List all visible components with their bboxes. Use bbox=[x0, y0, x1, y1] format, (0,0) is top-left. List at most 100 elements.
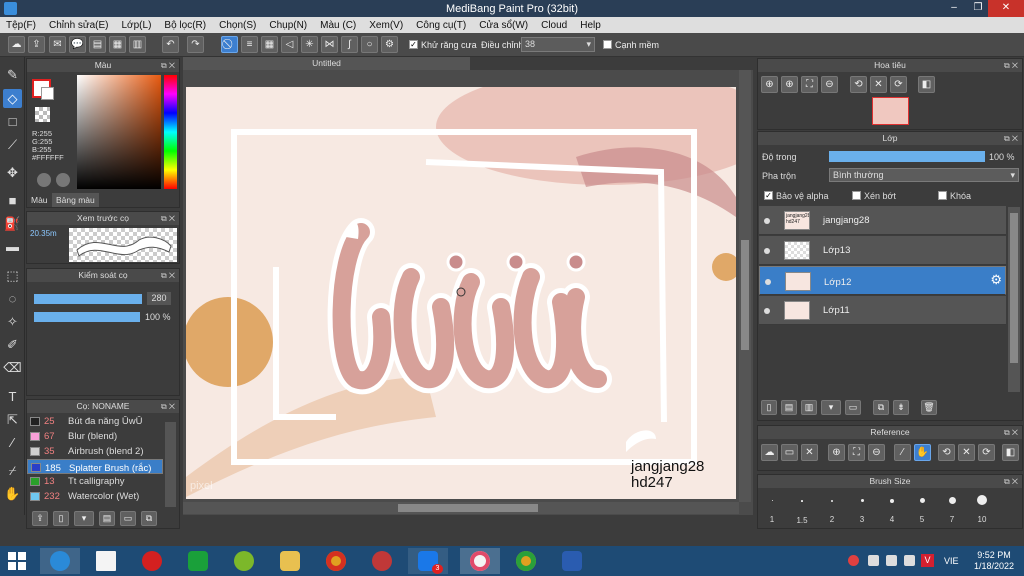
ie-taskbar-icon[interactable] bbox=[40, 548, 80, 574]
brush-size-value[interactable]: 280 bbox=[147, 292, 171, 305]
menu-filter[interactable]: Bộ lọc(R) bbox=[164, 20, 206, 31]
rotate-icon[interactable]: ⟲ bbox=[850, 76, 867, 93]
document-icon[interactable]: ▤ bbox=[89, 36, 106, 53]
upload-icon[interactable]: ⇪ bbox=[28, 36, 45, 53]
brush-size-preset[interactable]: 7 bbox=[937, 487, 967, 527]
reference-eyedropper-icon[interactable]: ⁄ bbox=[894, 444, 911, 461]
canvas-horizontal-scrollbar[interactable] bbox=[183, 502, 739, 514]
menu-window[interactable]: Cửa sổ(W) bbox=[479, 20, 528, 31]
menu-select[interactable]: Chọn(S) bbox=[219, 20, 256, 31]
pen-tool-icon[interactable]: ⟋ bbox=[3, 135, 22, 154]
tray-volume-icon[interactable] bbox=[904, 555, 915, 566]
menu-help[interactable]: Help bbox=[580, 20, 601, 31]
brush-item[interactable]: 13 Tt calligraphy bbox=[27, 474, 163, 489]
word-taskbar-icon[interactable] bbox=[552, 548, 592, 574]
reference-fit-icon[interactable]: ⛶ bbox=[848, 444, 865, 461]
restore-button[interactable]: ❐ bbox=[968, 0, 988, 17]
clock[interactable]: 9:52 PM 1/18/2022 bbox=[968, 550, 1020, 572]
brush-item[interactable]: 232 Watercolor (Wet) bbox=[27, 489, 163, 504]
menu-tools[interactable]: Công cụ(T) bbox=[416, 20, 466, 31]
reference-zoom-in-icon[interactable]: ⊕ bbox=[828, 444, 845, 461]
reference-flip-icon[interactable]: ◧ bbox=[1002, 444, 1019, 461]
brush-item[interactable]: 35 Airbrush (blend 2) bbox=[27, 444, 163, 459]
fill-tool-icon[interactable]: ⛽ bbox=[3, 214, 22, 233]
brush-list-scrollbar[interactable] bbox=[165, 422, 176, 507]
adjust-select[interactable]: 38 ▾ bbox=[521, 37, 595, 52]
brush-size-preset[interactable]: 2 bbox=[817, 487, 847, 527]
flip-icon[interactable]: ◧ bbox=[918, 76, 935, 93]
brush-size-preset[interactable]: 5 bbox=[907, 487, 937, 527]
menu-edit[interactable]: Chỉnh sửa(E) bbox=[49, 20, 109, 31]
chat-icon[interactable]: 💬 bbox=[69, 36, 86, 53]
magic-wand-icon[interactable]: ✧ bbox=[3, 312, 22, 331]
zalo-taskbar-icon[interactable]: 3 bbox=[408, 548, 448, 574]
tray-app-icon[interactable] bbox=[848, 555, 859, 566]
reference-hand-icon[interactable]: ✋ bbox=[914, 444, 931, 461]
select-pen-icon[interactable]: ✐ bbox=[3, 335, 22, 354]
reset-view-icon[interactable]: ✕ bbox=[870, 76, 887, 93]
vanishing-snap-icon[interactable]: ◁ bbox=[281, 36, 298, 53]
add-brush-icon[interactable]: ▾ bbox=[74, 511, 94, 526]
protect-alpha-checkbox[interactable]: ✓ bbox=[764, 191, 773, 200]
layer-row[interactable]: Lớp13 bbox=[759, 236, 1006, 265]
opera-taskbar-icon[interactable] bbox=[132, 548, 172, 574]
radial-snap-icon[interactable]: ✳ bbox=[301, 36, 318, 53]
select-tool-icon[interactable]: ⬚ bbox=[3, 266, 22, 285]
navigator-thumbnail[interactable] bbox=[872, 97, 909, 125]
reference-rotate-icon[interactable]: ⟲ bbox=[938, 444, 955, 461]
tab-color[interactable]: Màu bbox=[27, 193, 52, 207]
reference-zoom-out-icon[interactable]: ⊖ bbox=[868, 444, 885, 461]
reference-upload-icon[interactable]: ☁ bbox=[761, 444, 778, 461]
transparent-color-icon[interactable] bbox=[35, 107, 50, 122]
panel-close-icon[interactable]: ⧉ ✕ bbox=[1004, 475, 1018, 488]
parallel-snap-icon[interactable]: ≡ bbox=[241, 36, 258, 53]
curve-snap-icon[interactable]: ∫ bbox=[341, 36, 358, 53]
panel-close-icon[interactable]: ⧉ ✕ bbox=[161, 400, 175, 413]
reference-rotate-right-icon[interactable]: ⟳ bbox=[978, 444, 995, 461]
hue-slider[interactable] bbox=[164, 75, 177, 189]
fit-icon[interactable]: ⛶ bbox=[801, 76, 818, 93]
layer-row[interactable]: Lớp11 bbox=[759, 296, 1006, 325]
zoom-in-plus-icon[interactable]: ⊕ bbox=[781, 76, 798, 93]
circle-snap-icon[interactable]: ○ bbox=[361, 36, 378, 53]
divide-tool-icon[interactable]: ⌿ bbox=[3, 461, 22, 480]
medibang-taskbar-icon[interactable] bbox=[460, 548, 500, 574]
trash-icon[interactable]: 🗑 bbox=[921, 400, 937, 415]
new-layer-doc-icon[interactable]: ▤ bbox=[781, 400, 797, 415]
perspective-snap-icon[interactable]: ⋈ bbox=[321, 36, 338, 53]
tray-flag-icon[interactable] bbox=[868, 555, 879, 566]
menu-file[interactable]: Tệp(F) bbox=[6, 20, 36, 31]
folder-icon[interactable]: ▭ bbox=[120, 511, 136, 526]
layer-row[interactable]: jangjang28 hd247 jangjang28 bbox=[759, 206, 1006, 235]
layer-folder-icon[interactable]: ▭ bbox=[845, 400, 861, 415]
zoom-out-icon[interactable]: ⊖ bbox=[821, 76, 838, 93]
hand-tool-icon[interactable]: ✋ bbox=[3, 484, 22, 503]
lock-checkbox[interactable] bbox=[938, 191, 947, 200]
panel-close-icon[interactable]: ⧉ ✕ bbox=[161, 269, 175, 282]
add-layer-menu-icon[interactable]: ▾ bbox=[821, 400, 841, 415]
panel-close-icon[interactable]: ⧉ ✕ bbox=[1004, 59, 1018, 72]
canvas[interactable]: jangjang28 hd247 pixel bbox=[186, 87, 736, 499]
menu-layer[interactable]: Lớp(L) bbox=[122, 20, 152, 31]
panel-close-icon[interactable]: ⧉ ✕ bbox=[161, 59, 175, 72]
brush-doc-icon[interactable]: ▤ bbox=[99, 511, 115, 526]
reference-close-icon[interactable]: ✕ bbox=[801, 444, 818, 461]
panel-close-icon[interactable]: ⧉ ✕ bbox=[1004, 132, 1018, 145]
visibility-eye-icon[interactable] bbox=[765, 279, 771, 285]
menu-snap[interactable]: Chụp(N) bbox=[269, 20, 307, 31]
tray-battery-icon[interactable] bbox=[886, 555, 897, 566]
duplicate-layer-icon[interactable]: ⧉ bbox=[873, 400, 889, 415]
grid-icon[interactable]: ▦ bbox=[109, 36, 126, 53]
zoom-in-icon[interactable]: ⊕ bbox=[761, 76, 778, 93]
file-taskbar-icon[interactable] bbox=[86, 548, 126, 574]
blend-mode-select[interactable]: Bình thường ▾ bbox=[829, 168, 1019, 182]
color-saturation-field[interactable] bbox=[77, 75, 161, 189]
brush-size-preset[interactable]: 3 bbox=[847, 487, 877, 527]
antialias-checkbox[interactable]: ✓ bbox=[409, 40, 418, 49]
settings-gear-icon[interactable]: ⚙ bbox=[381, 36, 398, 53]
brush-item[interactable]: 25 Bút đa năng ŪwŪ bbox=[27, 414, 163, 429]
palette-settings-icon[interactable] bbox=[56, 173, 70, 187]
comment-icon[interactable]: ✉ bbox=[49, 36, 66, 53]
gradient-tool-icon[interactable]: ▬ bbox=[3, 237, 22, 256]
rectangle-tool-icon[interactable]: ■ bbox=[3, 191, 22, 210]
